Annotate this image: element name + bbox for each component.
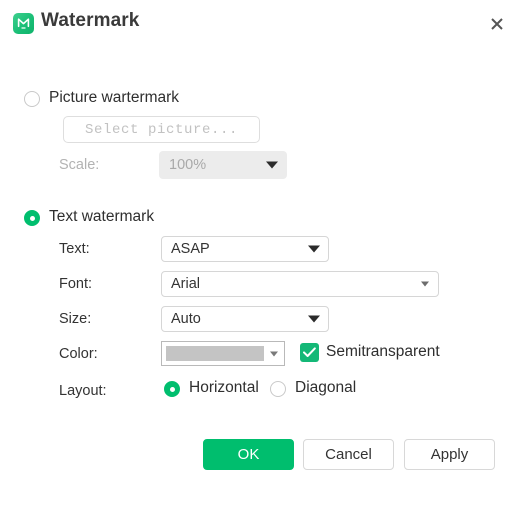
radio-layout-diagonal-label: Diagonal [295,379,357,396]
chevron-down-icon [308,245,320,253]
check-icon [303,347,316,357]
radio-picture-watermark[interactable] [24,91,40,107]
semitransparent-label: Semitransparent [326,343,440,360]
size-dropdown[interactable]: Auto [161,306,329,332]
radio-layout-horizontal-label: Horizontal [189,379,259,396]
size-value: Auto [171,311,201,327]
font-label: Font: [59,276,93,292]
layout-label: Layout: [59,383,107,399]
apply-button[interactable]: Apply [404,439,495,470]
color-swatch [166,346,264,361]
size-label: Size: [59,311,92,327]
radio-text-watermark[interactable] [24,210,40,226]
scale-label: Scale: [59,157,100,173]
chevron-down-icon [421,281,429,287]
radio-layout-horizontal[interactable] [164,381,180,397]
semitransparent-checkbox[interactable] [300,343,319,362]
text-dropdown[interactable]: ASAP [161,236,329,262]
text-value: ASAP [171,241,210,257]
cancel-button[interactable]: Cancel [303,439,394,470]
watermark-dialog: Watermark Picture wartermark Select pict… [0,0,523,506]
ok-button[interactable]: OK [203,439,294,470]
radio-layout-diagonal[interactable] [270,381,286,397]
color-label: Color: [59,346,98,362]
text-label: Text: [59,241,90,257]
chevron-down-icon [266,161,278,169]
radio-picture-watermark-label: Picture wartermark [49,89,180,106]
select-picture-label: Select picture... [84,121,239,138]
scale-value: 100% [169,157,207,173]
font-value: Arial [171,276,201,292]
page-title: Watermark [41,10,140,31]
color-picker[interactable] [161,341,285,366]
select-picture-button[interactable]: Select picture... [63,116,260,143]
radio-text-watermark-label: Text watermark [49,208,155,225]
font-dropdown[interactable]: Arial [161,271,439,297]
dialog-titlebar: Watermark [0,0,523,46]
chevron-down-icon [308,315,320,323]
chevron-down-icon [270,351,278,356]
close-icon[interactable] [485,12,509,36]
watermark-app-icon [13,13,34,34]
scale-dropdown[interactable]: 100% [159,151,287,179]
